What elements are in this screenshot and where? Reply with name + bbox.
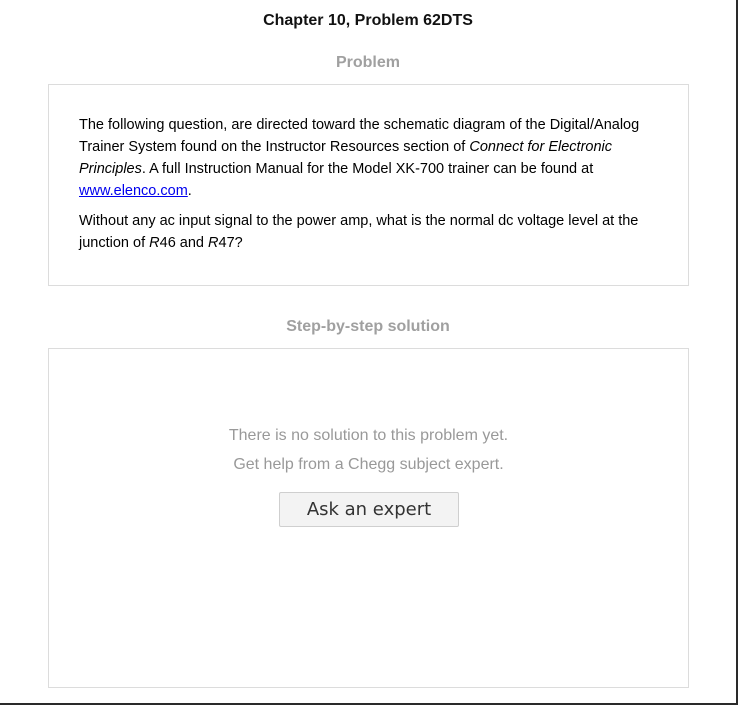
problem-paragraph-2: Without any ac input signal to the power… [79,210,658,254]
question-and-text: and [175,235,209,251]
resistor-r46-number: 46 [159,235,176,251]
resistor-r46-symbol: R [149,235,160,251]
problem-box: The following question, are directed tow… [48,84,689,286]
no-solution-message: There is no solution to this problem yet… [228,427,509,444]
solution-box: There is no solution to this problem yet… [48,348,689,688]
page-title: Chapter 10, Problem 62DTS [263,12,473,29]
elenco-link[interactable]: www.elenco.com [79,183,188,199]
problem-middle-text: . A full Instruction Manual for the Mode… [141,161,594,177]
expert-help-message: Get help from a Chegg subject expert. [233,456,504,473]
problem-paragraph-1: The following question, are directed tow… [79,114,658,202]
problem-end-text: . [187,183,192,199]
problem-heading: Problem [335,54,400,71]
question-end-text: ? [234,235,243,251]
resistor-r47-number: 47 [218,235,235,251]
ask-an-expert-button[interactable]: Ask an expert [279,492,459,527]
resistor-r47-symbol: R [208,235,219,251]
solution-heading: Step-by-step solution [286,318,450,335]
